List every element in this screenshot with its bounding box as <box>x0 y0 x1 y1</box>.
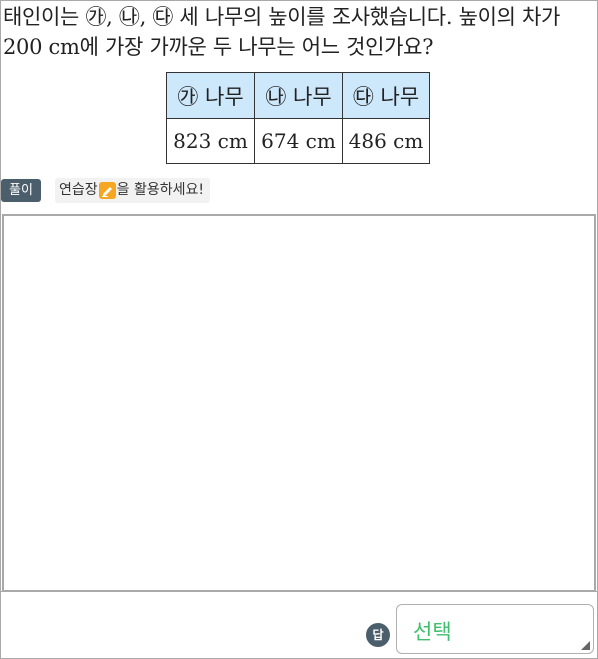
tip-text-before: 연습장 <box>59 182 98 198</box>
question-text: 태인이는 ㉮, ㉯, ㉰ 세 나무의 높이를 조사했습니다. 높이의 차가 20… <box>3 5 561 59</box>
tip-text-after: 을 활용하세요! <box>116 182 204 198</box>
table-row: 823 cm 674 cm 486 cm <box>166 118 430 164</box>
solution-work-area[interactable] <box>2 214 596 592</box>
table-header-row: ㉮ 나무 ㉯ 나무 ㉰ 나무 <box>166 72 430 119</box>
table-cell: 674 cm <box>254 118 343 164</box>
table-header-cell: ㉮ 나무 <box>166 72 255 119</box>
pencil-icon <box>98 182 116 199</box>
resize-handle-icon[interactable] <box>581 641 590 650</box>
answer-select-value: 선택 <box>413 620 452 644</box>
table-cell: 823 cm <box>166 118 255 164</box>
answer-badge: 답 <box>366 623 390 647</box>
answer-select[interactable]: 선택 <box>396 604 594 654</box>
solution-badge: 풀이 <box>1 179 41 202</box>
tree-height-table: ㉮ 나무 ㉯ 나무 ㉰ 나무 823 cm 674 cm 486 cm <box>166 72 430 164</box>
table-header-cell: ㉯ 나무 <box>254 72 343 119</box>
table-cell: 486 cm <box>342 118 430 164</box>
table-header-cell: ㉰ 나무 <box>342 72 430 119</box>
divider <box>1 591 597 592</box>
notepad-tip: 연습장 을 활용하세요! <box>55 178 210 203</box>
